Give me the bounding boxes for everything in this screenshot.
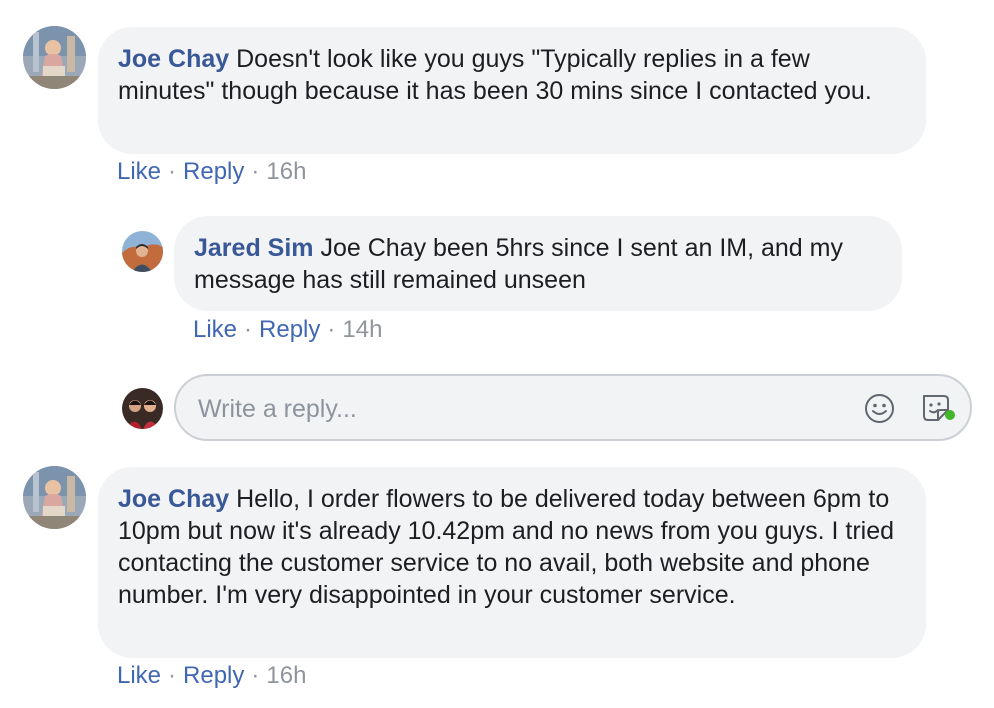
profile-photo-jared-sim bbox=[122, 231, 163, 272]
comment-author[interactable]: Joe Chay bbox=[118, 45, 229, 73]
separator: · bbox=[244, 316, 253, 343]
timestamp[interactable]: 16h bbox=[266, 158, 306, 185]
profile-photo-joe-chay bbox=[23, 466, 86, 529]
avatar[interactable] bbox=[23, 466, 86, 529]
profile-photo-joe-chay bbox=[23, 26, 86, 89]
comment-bubble: Joe Chay Hello, I order flowers to be de… bbox=[98, 467, 926, 658]
comment-actions: Like · Reply · 16h bbox=[117, 661, 306, 691]
like-link[interactable]: Like bbox=[117, 158, 161, 185]
comment-bubble: Joe Chay Doesn't look like you guys "Typ… bbox=[98, 27, 926, 154]
sticker-icon[interactable] bbox=[920, 392, 956, 425]
comment-text: Hello, I order flowers to be delivered t… bbox=[118, 485, 895, 609]
comment-actions: Like · Reply · 16h bbox=[117, 157, 306, 187]
comment-actions: Like · Reply · 14h bbox=[193, 315, 382, 345]
reply-input[interactable] bbox=[196, 388, 840, 430]
current-user-avatar[interactable] bbox=[122, 388, 163, 429]
comment-bubble: Jared Sim Joe Chay been 5hrs since I sen… bbox=[174, 216, 902, 311]
comment-author[interactable]: Joe Chay bbox=[118, 485, 229, 513]
separator: · bbox=[168, 158, 177, 185]
online-status-dot bbox=[945, 410, 955, 420]
avatar[interactable] bbox=[23, 26, 86, 89]
avatar[interactable] bbox=[122, 231, 163, 272]
like-link[interactable]: Like bbox=[193, 316, 237, 343]
reply-link[interactable]: Reply bbox=[183, 662, 244, 689]
reply-box[interactable] bbox=[174, 374, 972, 441]
smiley-emoji-icon[interactable] bbox=[864, 393, 895, 424]
profile-photo-current-user bbox=[122, 388, 163, 429]
comment-text: Doesn't look like you guys "Typically re… bbox=[118, 45, 872, 105]
separator: · bbox=[251, 662, 260, 689]
separator: · bbox=[251, 158, 260, 185]
comment-author[interactable]: Jared Sim bbox=[194, 234, 314, 262]
like-link[interactable]: Like bbox=[117, 662, 161, 689]
timestamp[interactable]: 14h bbox=[342, 316, 382, 343]
separator: · bbox=[168, 662, 177, 689]
timestamp[interactable]: 16h bbox=[266, 662, 306, 689]
reply-link[interactable]: Reply bbox=[183, 158, 244, 185]
separator: · bbox=[327, 316, 336, 343]
reply-link[interactable]: Reply bbox=[259, 316, 320, 343]
